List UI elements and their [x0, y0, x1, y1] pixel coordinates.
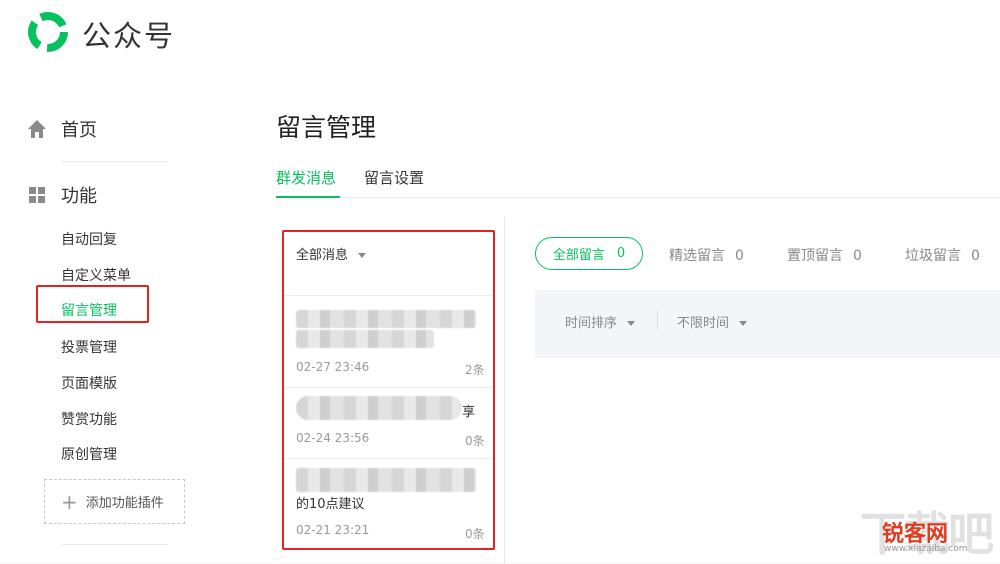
sidebar-item-features[interactable]: 功能: [26, 182, 97, 208]
tab-active-underline: [276, 196, 340, 198]
sidebar-divider: [62, 544, 168, 545]
filter-count: 0: [971, 248, 980, 264]
brand-title[interactable]: 公众号: [82, 13, 175, 55]
filter-pinned-comments[interactable]: 置顶留言 0: [787, 245, 862, 265]
sort-separator: [657, 310, 658, 330]
sidebar-item-label: 功能: [61, 186, 97, 207]
sidebar-item-custom-menu[interactable]: 自定义菜单: [61, 265, 131, 285]
time-range-label: 不限时间: [677, 316, 730, 331]
plus-icon: +: [61, 489, 78, 514]
sidebar-item-reward[interactable]: 赞赏功能: [61, 409, 117, 429]
grid-icon: [29, 187, 45, 203]
filter-featured-comments[interactable]: 精选留言 0: [669, 245, 744, 265]
add-plugin-button[interactable]: + 添加功能插件: [44, 479, 185, 524]
sidebar-item-original-management[interactable]: 原创管理: [61, 444, 117, 464]
sidebar-item-home[interactable]: 首页: [26, 116, 97, 142]
tab-mass-messages[interactable]: 群发消息: [276, 167, 336, 188]
sort-order-dropdown[interactable]: 时间排序: [565, 312, 636, 331]
sidebar-item-label: 首页: [61, 120, 97, 141]
caret-down-icon: [739, 321, 748, 326]
tab-comment-settings[interactable]: 留言设置: [364, 167, 424, 188]
add-plugin-label: 添加功能插件: [85, 496, 164, 511]
page-title: 留言管理: [276, 113, 377, 142]
sort-order-label: 时间排序: [565, 316, 618, 331]
highlight-box: [282, 230, 495, 550]
sidebar-item-page-templates[interactable]: 页面模版: [61, 373, 117, 393]
sidebar-item-vote-management[interactable]: 投票管理: [61, 337, 117, 357]
filter-all-comments[interactable]: 全部留言 0: [535, 237, 643, 270]
watermark: 下载吧 锐客网 www.xiazaiba.com: [860, 498, 995, 561]
filter-count: 0: [616, 246, 626, 261]
wechat-official-accounts-logo-icon[interactable]: [26, 10, 70, 54]
filter-count: 0: [735, 248, 744, 264]
top-bar: 公众号: [0, 0, 1000, 68]
sidebar-divider: [62, 161, 168, 162]
watermark-url: www.xiazaiba.com: [884, 544, 968, 554]
sidebar-item-auto-reply[interactable]: 自动回复: [61, 229, 117, 249]
filter-label: 垃圾留言: [905, 248, 961, 264]
filter-label: 全部留言: [552, 248, 605, 263]
time-range-dropdown[interactable]: 不限时间: [677, 312, 748, 331]
filter-label: 置顶留言: [787, 248, 843, 264]
filter-spam-comments[interactable]: 垃圾留言 0: [905, 245, 980, 265]
filter-label: 精选留言: [669, 248, 725, 264]
filter-count: 0: [853, 248, 862, 264]
home-icon: [28, 120, 46, 138]
highlight-box: [36, 285, 149, 323]
tabs-divider: [276, 197, 1000, 198]
caret-down-icon: [627, 321, 636, 326]
